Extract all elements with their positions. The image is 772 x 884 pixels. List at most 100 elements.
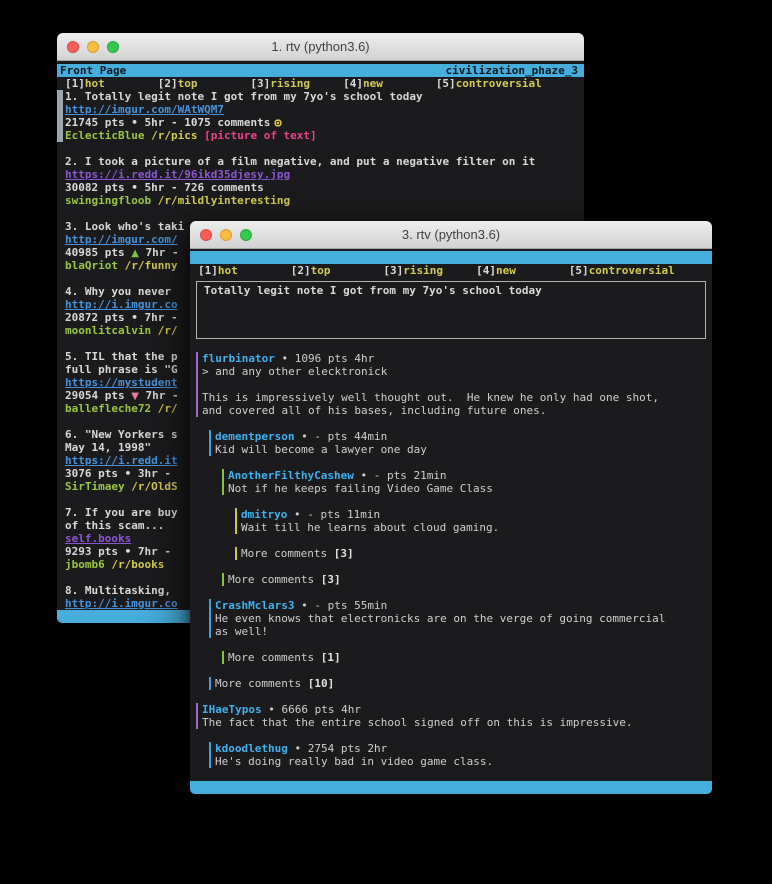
sort-tabs: [1]hot[2]top[3]rising[4]new[5]controvers… bbox=[190, 264, 712, 277]
score-text: 3076 pts bbox=[65, 467, 125, 480]
submission-detail-box[interactable]: Totally legit note I got from my 7yo's s… bbox=[196, 281, 706, 339]
titlebar[interactable]: 3. rtv (python3.6) bbox=[190, 221, 712, 249]
close-button[interactable] bbox=[67, 41, 79, 53]
comment[interactable]: IHaeTypos • 6666 pts 4hrThe fact that th… bbox=[196, 703, 712, 729]
submission-link[interactable]: http://i.imgur.co bbox=[65, 298, 178, 311]
zoom-button[interactable] bbox=[107, 41, 119, 53]
score-text: 7hr - bbox=[138, 311, 178, 324]
comment-meta: • - pts 44min bbox=[294, 430, 387, 443]
subreddit-link[interactable]: /r/ bbox=[151, 324, 178, 337]
post-score-row: 23771 pts • 1155 comments bbox=[204, 323, 705, 336]
comment[interactable]: dmitryo • - pts 11minWait till he learns… bbox=[235, 508, 712, 534]
tab-controversial[interactable]: [5]controversial bbox=[436, 77, 542, 90]
comment-meta: • 1096 pts 4hr bbox=[275, 352, 374, 365]
tab-top[interactable]: [2]top bbox=[158, 77, 251, 90]
more-comments[interactable]: More comments [3] bbox=[222, 573, 712, 586]
minimize-button[interactable] bbox=[87, 41, 99, 53]
comment-meta: • - pts 21min bbox=[354, 469, 447, 482]
comment-author[interactable]: dementperson bbox=[215, 430, 294, 443]
more-comments[interactable]: More comments [1] bbox=[222, 651, 712, 664]
comment-body-line: He even knows that electronicks are on t… bbox=[215, 612, 712, 625]
comment-author[interactable]: dmitryo bbox=[241, 508, 287, 521]
subreddit-link[interactable]: /r/books bbox=[105, 558, 165, 571]
comment-header-row: dementperson • - pts 44min bbox=[215, 430, 712, 443]
tab-key: [4] bbox=[476, 264, 496, 277]
comment[interactable]: flurbinator • 1096 pts 4hr> and any othe… bbox=[196, 352, 712, 417]
submission-author[interactable]: swingingfloob bbox=[65, 194, 151, 207]
tab-label: controversial bbox=[456, 77, 542, 90]
submission-score-row: 30082 pts • 5hr - 726 comments bbox=[65, 181, 584, 194]
submission-2[interactable]: 2. I took a picture of a film negative, … bbox=[65, 155, 584, 207]
tab-new[interactable]: [4]new bbox=[343, 77, 436, 90]
window-controls bbox=[200, 229, 252, 241]
submission-author[interactable]: SirTimaey bbox=[65, 480, 125, 493]
subreddit-link[interactable]: /r/pics bbox=[144, 129, 197, 142]
score-text: 21745 pts bbox=[65, 116, 131, 129]
window-comments[interactable]: 3. rtv (python3.6) https://www.reddit.co… bbox=[190, 221, 712, 794]
tab-new[interactable]: [4]new bbox=[476, 264, 569, 277]
subreddit-link[interactable]: /r/funny bbox=[118, 259, 178, 272]
comment[interactable]: kdoodlethug • 2754 pts 2hrHe's doing rea… bbox=[209, 742, 712, 768]
more-comments[interactable]: More comments [3] bbox=[235, 547, 712, 560]
submission-link[interactable]: https://mystudent bbox=[65, 376, 178, 389]
zoom-button[interactable] bbox=[240, 229, 252, 241]
comment-author[interactable]: AnotherFilthyCashew bbox=[228, 469, 354, 482]
close-button[interactable] bbox=[200, 229, 212, 241]
more-comments-label: More comments bbox=[241, 547, 334, 560]
submission-link[interactable]: http://imgur.com/WAtWQM7 bbox=[65, 103, 224, 116]
submission-author[interactable]: jbomb6 bbox=[65, 558, 105, 571]
tab-hot[interactable]: [1]hot bbox=[65, 77, 158, 90]
comment[interactable]: dementperson • - pts 44minKid will becom… bbox=[209, 430, 712, 456]
submission-link[interactable]: http://i.imgur.co bbox=[65, 597, 178, 610]
comment-author[interactable]: kdoodlethug bbox=[215, 742, 288, 755]
score-text: 7hr - bbox=[139, 246, 179, 259]
comment[interactable]: CrashMclars3 • - pts 55minHe even knows … bbox=[209, 599, 712, 638]
comment-author[interactable]: flurbinator bbox=[202, 352, 275, 365]
status-bar: [?]Help [q]Quit [h]Return [space]Fold/Ex… bbox=[190, 781, 712, 794]
score-text: 5hr - 1075 comments bbox=[138, 116, 270, 129]
comment-body-line: Not if he keeps failing Video Game Class bbox=[228, 482, 712, 495]
subreddit-link[interactable]: /r/OldS bbox=[125, 480, 178, 493]
submission-1[interactable]: 1. Totally legit note I got from my 7yo'… bbox=[65, 90, 584, 142]
tab-rising[interactable]: [3]rising bbox=[383, 264, 476, 277]
comment-body-line: and covered all of his bases, including … bbox=[202, 404, 712, 417]
comment-header-row: AnotherFilthyCashew • - pts 21min bbox=[228, 469, 712, 482]
submission-author[interactable]: moonlitcalvin bbox=[65, 324, 151, 337]
titlebar[interactable]: 1. rtv (python3.6) bbox=[57, 33, 584, 61]
tab-rising[interactable]: [3]rising bbox=[250, 77, 343, 90]
bullet-separator: • bbox=[131, 181, 138, 194]
submission-link[interactable]: self.books bbox=[65, 532, 131, 545]
tab-key: [3] bbox=[383, 264, 403, 277]
tab-label: rising bbox=[270, 77, 310, 90]
submission-link[interactable]: http://imgur.com/ bbox=[65, 233, 178, 246]
submission-link[interactable]: https://i.redd.it bbox=[65, 454, 178, 467]
post-byline: EclecticBlue[picture of text]5hr pics bbox=[204, 297, 705, 310]
desktop: 1. rtv (python3.6) Front Page civilizati… bbox=[0, 0, 772, 884]
comment-author[interactable]: CrashMclars3 bbox=[215, 599, 294, 612]
submission-score-row: 21745 pts • 5hr - 1075 comments bbox=[65, 116, 584, 129]
comment[interactable]: AnotherFilthyCashew • - pts 21minNot if … bbox=[222, 469, 712, 495]
more-comments-count: [3] bbox=[334, 547, 354, 560]
score-text: 7hr - bbox=[139, 389, 179, 402]
minimize-button[interactable] bbox=[220, 229, 232, 241]
tab-hot[interactable]: [1]hot bbox=[198, 264, 291, 277]
subreddit-link[interactable]: /r/ bbox=[151, 402, 178, 415]
submission-author[interactable]: ballefleche72 bbox=[65, 402, 151, 415]
submission-author[interactable]: blaQriot bbox=[65, 259, 118, 272]
sort-tabs: [1]hot[2]top[3]rising[4]new[5]controvers… bbox=[57, 77, 584, 90]
submission-flair: [picture of text] bbox=[197, 129, 316, 142]
comment-author[interactable]: IHaeTypos bbox=[202, 703, 262, 716]
score-text: 9293 pts bbox=[65, 545, 125, 558]
submission-author[interactable]: EclecticBlue bbox=[65, 129, 144, 142]
comment-header-row: IHaeTypos • 6666 pts 4hr bbox=[202, 703, 712, 716]
tab-key: [2] bbox=[291, 264, 311, 277]
more-comments[interactable]: More comments [10] bbox=[209, 677, 712, 690]
comment-meta: • 2754 pts 2hr bbox=[288, 742, 387, 755]
tab-key: [5] bbox=[436, 77, 456, 90]
comment-meta: • - pts 55min bbox=[294, 599, 387, 612]
tab-controversial[interactable]: [5]controversial bbox=[569, 264, 675, 277]
submission-link[interactable]: https://i.redd.it/96ikd35djesy.jpg bbox=[65, 168, 290, 181]
subreddit-link[interactable]: /r/mildlyinteresting bbox=[151, 194, 290, 207]
tab-top[interactable]: [2]top bbox=[291, 264, 384, 277]
more-comments-row: More comments [3] bbox=[241, 547, 712, 560]
